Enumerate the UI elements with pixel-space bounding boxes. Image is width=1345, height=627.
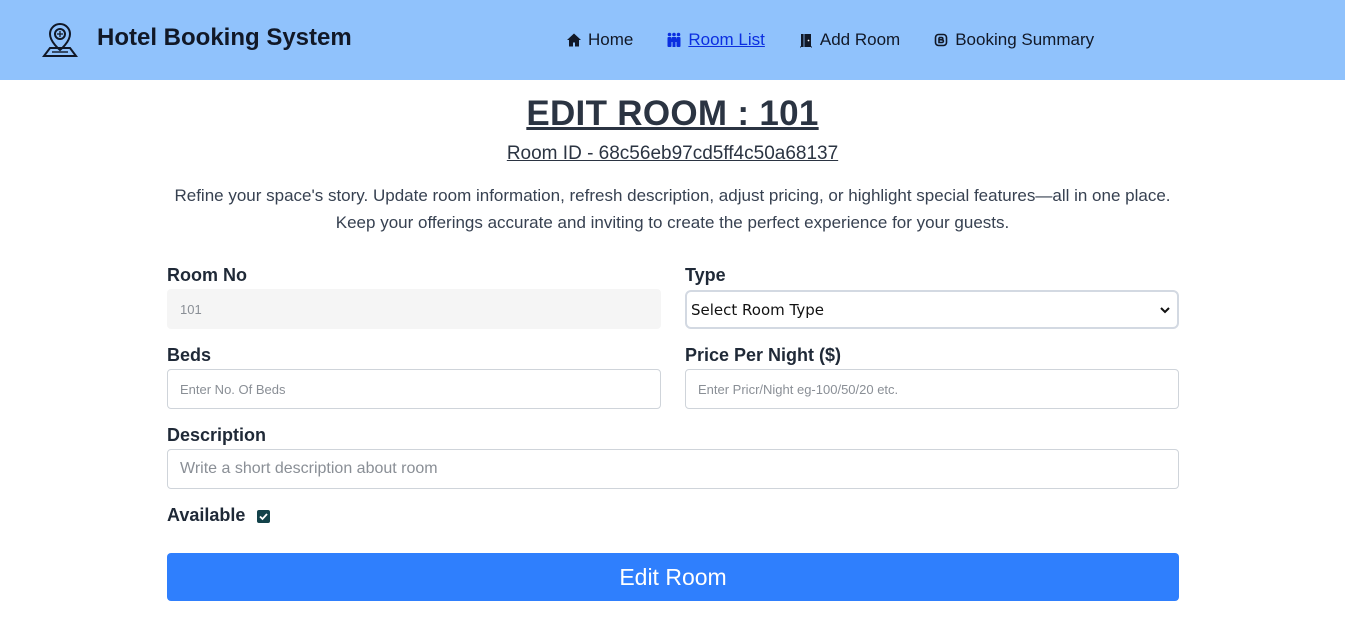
edit-room-button[interactable]: Edit Room: [167, 553, 1179, 601]
page-title: EDIT ROOM : 101: [526, 94, 819, 133]
intro-text: Refine your space's story. Update room i…: [174, 186, 1171, 232]
nav-add-room-label: Add Room: [819, 30, 901, 49]
description-label: Description: [167, 425, 267, 445]
room-type-value: Select Room Type: [691, 301, 824, 319]
type-label: Type: [685, 265, 726, 285]
nav-room-list-label: Room List: [688, 30, 765, 49]
room-no-label: Room No: [167, 265, 247, 285]
available-checkbox[interactable]: [257, 510, 270, 523]
available-label: Available: [167, 505, 246, 525]
nav-home[interactable]: Home: [566, 30, 633, 50]
price-input[interactable]: [685, 369, 1179, 409]
nav-booking-summary[interactable]: Booking Summary: [933, 30, 1094, 50]
nav-room-list[interactable]: Room List: [666, 30, 765, 50]
beds-input[interactable]: [167, 369, 661, 409]
description-input[interactable]: [167, 449, 1179, 489]
home-icon: [567, 33, 581, 47]
room-id: Room ID - 68c56eb97cd5ff4c50a68137: [506, 143, 839, 164]
app-title: Hotel Booking System: [97, 24, 352, 51]
nav-booking-summary-label: Booking Summary: [955, 30, 1095, 49]
main-nav: Home Room List Add Room Booking Summary: [566, 29, 1094, 51]
room-type-select[interactable]: Select Room Type: [685, 290, 1179, 329]
check-icon: [259, 513, 268, 521]
navbar: Hotel Booking System Home Room List Add …: [0, 0, 1345, 80]
price-label: Price Per Night ($): [685, 345, 842, 365]
hotel-location-icon: [42, 22, 78, 57]
nav-add-room[interactable]: Add Room: [798, 30, 900, 50]
door-icon: [799, 34, 812, 48]
receipt-icon: [934, 33, 948, 47]
room-no-input[interactable]: [167, 289, 661, 329]
people-icon: [667, 32, 681, 47]
nav-home-label: Home: [588, 30, 634, 49]
beds-label: Beds: [167, 345, 212, 365]
chevron-down-icon: [1160, 307, 1170, 314]
